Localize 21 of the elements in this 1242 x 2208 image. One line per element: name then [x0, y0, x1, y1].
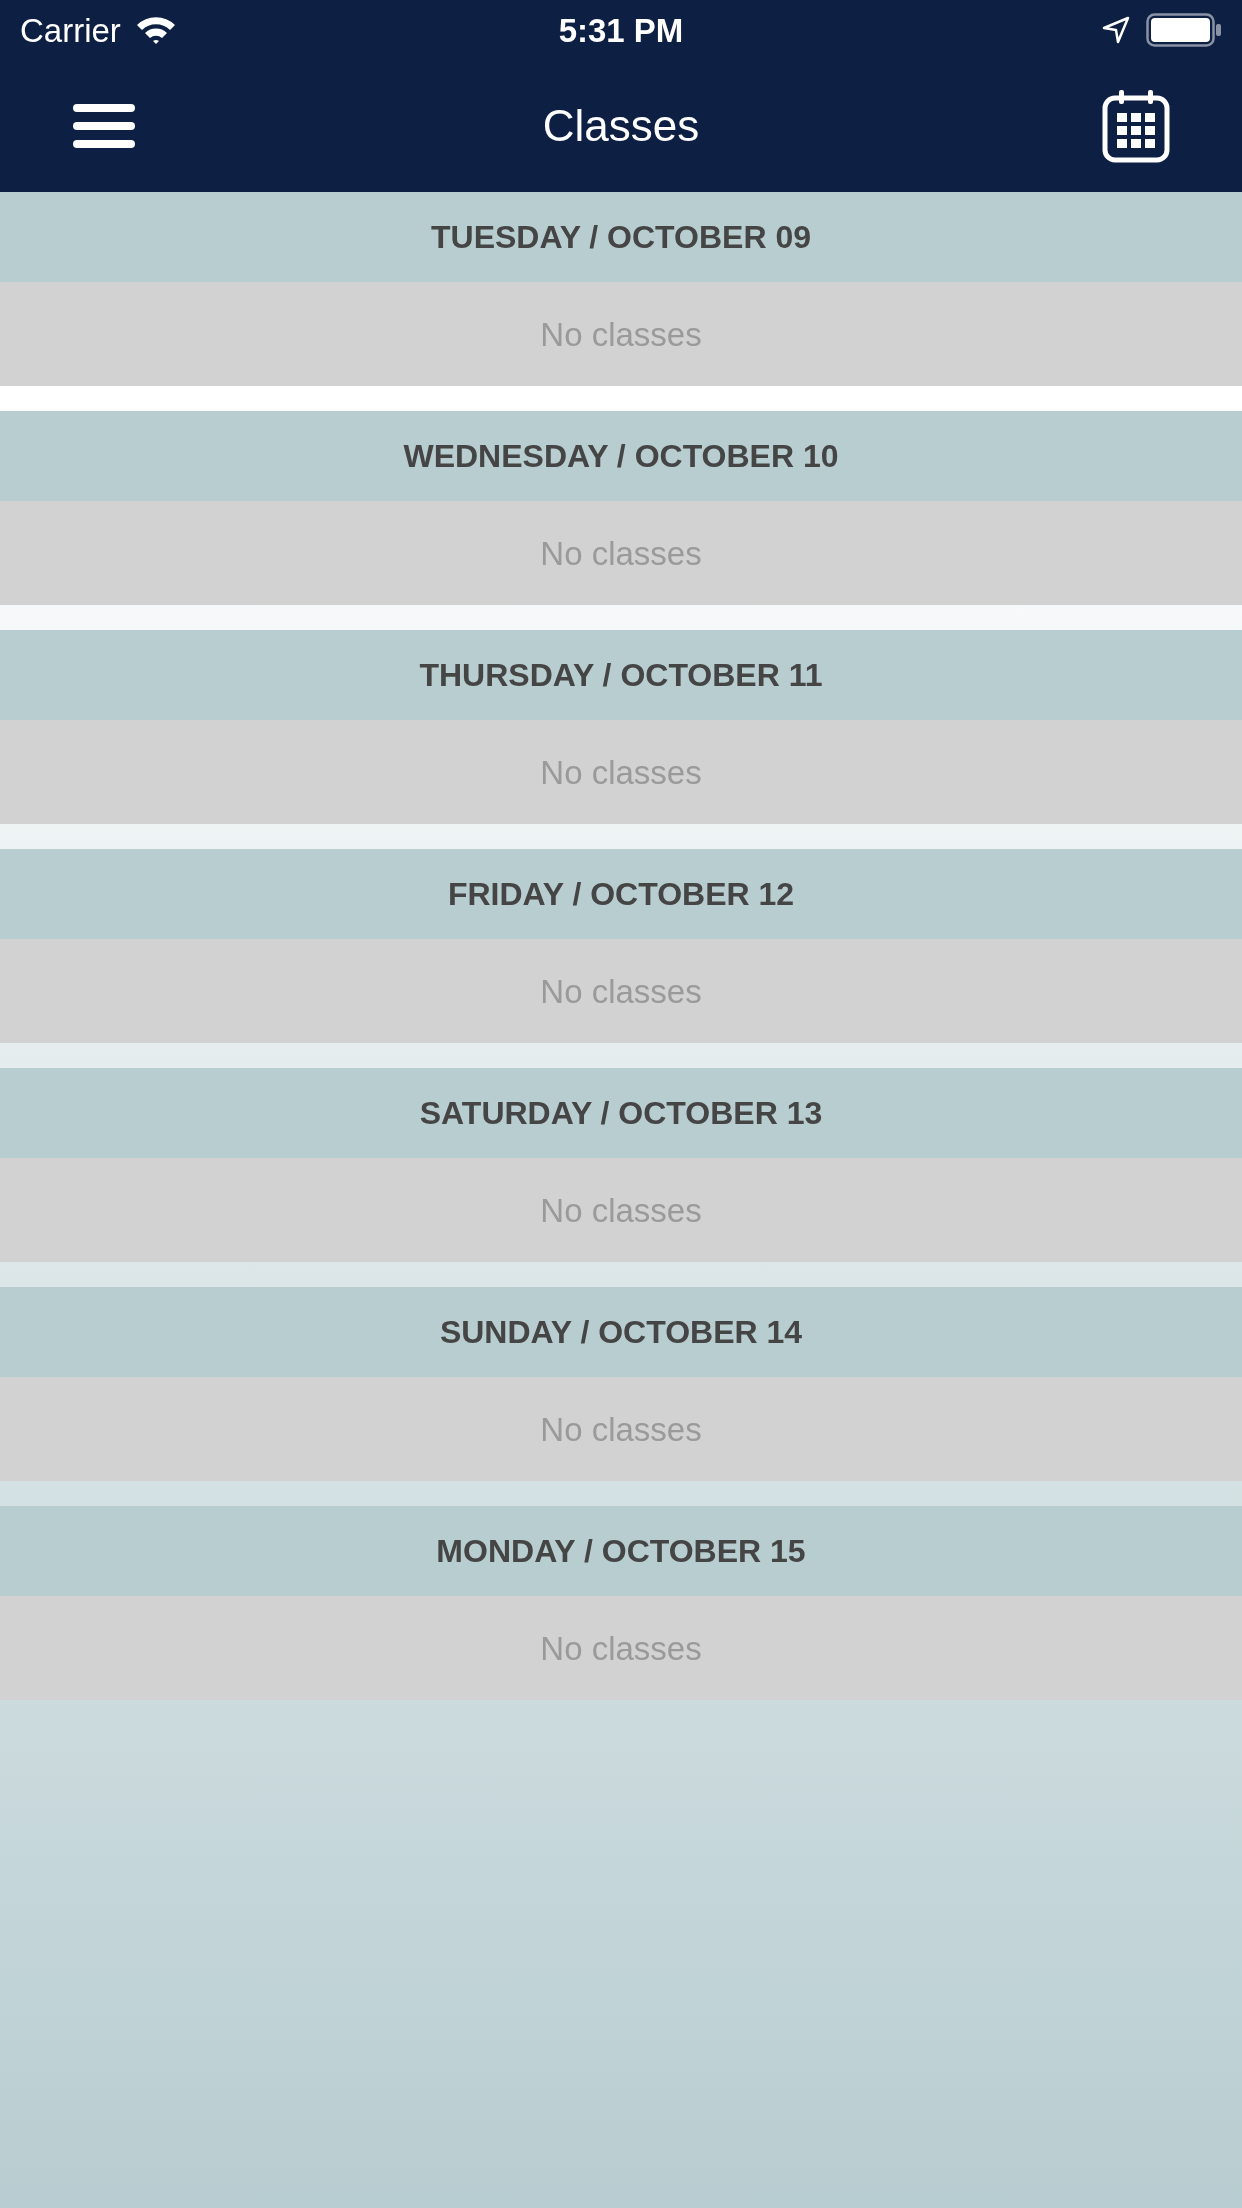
date-heading: THURSDAY / OCTOBER 11: [419, 659, 823, 691]
no-classes-message: No classes: [540, 1412, 702, 1446]
no-classes-message: No classes: [540, 536, 702, 570]
date-heading: FRIDAY / OCTOBER 12: [447, 878, 795, 910]
location-arrow-icon: [1102, 16, 1130, 44]
no-classes-message: No classes: [540, 1193, 702, 1227]
no-classes-message: No classes: [540, 1631, 702, 1665]
no-classes-message: No classes: [540, 755, 702, 789]
date-heading: WEDNESDAY / OCTOBER 10: [403, 440, 839, 472]
no-classes-message: No classes: [540, 974, 702, 1008]
date-heading: MONDAY / OCTOBER 15: [436, 1535, 806, 1567]
calendar-icon[interactable]: [1102, 89, 1170, 163]
screen-title: Classes: [542, 104, 700, 148]
date-heading: TUESDAY / OCTOBER 09: [431, 221, 811, 253]
menu-icon[interactable]: [73, 104, 135, 148]
date-heading: SATURDAY / OCTOBER 13: [419, 1097, 823, 1129]
carrier-label: Carrier: [20, 13, 121, 47]
clock-time: 5:31 PM: [558, 13, 684, 47]
no-classes-message: No classes: [540, 317, 702, 351]
date-heading: SUNDAY / OCTOBER 14: [439, 1316, 803, 1348]
battery-icon: [1146, 13, 1222, 47]
